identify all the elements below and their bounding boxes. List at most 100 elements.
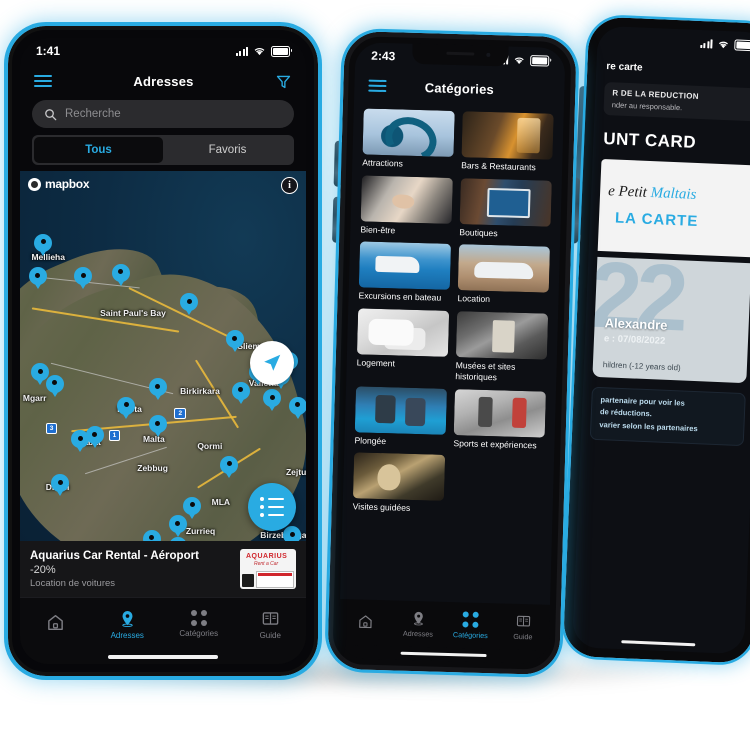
phone1-status-bar: 1:41 [20,38,306,64]
phone1-tab-bar: Adresses Catégories Guide [20,597,306,650]
battery-full-icon [271,45,292,57]
phone-mockup-discount-card: re carte R DE LA REDUCTION nder au respo… [562,16,750,664]
category-card-10[interactable]: Sports et expériences [453,388,546,455]
battery-full-icon [734,38,750,51]
category-label: Bien-être [360,224,396,236]
search-input[interactable] [65,108,282,120]
category-card-9[interactable]: Plongée [354,386,448,452]
map-place-label: Qormi [197,441,223,452]
map-place-label: Saint Paul's Bay [100,307,166,318]
app-showcase-scene: re carte R DE LA REDUCTION nder au respo… [0,0,750,750]
category-label: Plongée [354,434,387,446]
aquarius-card-thumbnail: AQUARIUS Rent a Car [240,549,296,589]
thumbnail-logo-text: AQUARIUS [246,553,288,560]
mapbox-logo-icon[interactable]: mapbox [28,177,90,191]
segment-tous[interactable]: Tous [34,137,163,163]
map-pin-marker[interactable] [288,396,306,421]
locate-me-button[interactable] [250,341,294,386]
map-pin-marker[interactable] [225,330,244,354]
map-pin-marker[interactable] [34,233,53,258]
tab-guide[interactable]: Guide [235,609,307,640]
category-image [354,386,448,435]
map-pin-marker[interactable] [45,374,64,399]
category-card-2[interactable]: Bars & Restaurants [461,111,554,177]
map-pin-marker[interactable] [148,378,167,402]
phone2-navbar: Catégories [354,68,565,108]
map-route-shield: 1 [108,430,121,441]
map-pin-marker[interactable] [220,455,239,480]
phone3-notice-subtitle: nder au responsable. [611,100,683,113]
tab-adresses[interactable]: Adresses [392,610,445,639]
map-pin-marker[interactable] [180,293,199,317]
tab-guide[interactable]: Guide [497,613,550,642]
discount-card-holder: 22 Alexandre e : 07/08/2022 hildren (-12… [592,256,750,384]
info-icon[interactable]: i [281,177,298,194]
category-label: Sports et expériences [453,437,537,451]
map-pin-marker[interactable] [142,529,161,541]
category-card-8[interactable]: Musées et sites historiques [455,311,549,388]
category-label: Visites guidées [352,501,411,514]
card-brand: e Petit Maltais [607,183,697,203]
mapbox-mark [28,177,41,191]
category-grid: Attractions Bars & Restaurants Bien-être Bo… [340,102,564,605]
home-icon [48,614,64,631]
hamburger-menu-icon[interactable] [368,79,387,93]
category-card-3[interactable]: Bien-être [360,175,453,241]
category-card-1[interactable]: Attractions [362,108,455,174]
map-pin-marker[interactable] [111,263,130,288]
list-view-button[interactable] [248,483,296,531]
phone2-screen: 2:43 Catégories Attractions Bars & Restau… [338,42,566,664]
map-pin-marker[interactable] [283,526,302,541]
phone2-status-time: 2:43 [371,48,396,64]
map-pin-marker[interactable] [168,537,187,541]
img-bienetre-photo [360,175,453,224]
category-card-7[interactable]: Logement [356,308,450,386]
map-view[interactable]: mapbox i MelliehaSaint Paul's BayMgarrMo… [20,171,306,541]
map-pin-marker[interactable] [51,474,70,498]
filter-funnel-icon[interactable] [275,73,292,90]
tab-home[interactable] [20,613,92,635]
phone1-home-indicator[interactable] [20,650,306,664]
tab-catgories[interactable]: Catégories [444,611,497,640]
list-view-icon [260,497,284,517]
category-image [455,311,549,360]
map-pin-marker[interactable] [168,515,187,539]
category-label: Excursions en bateau [358,290,442,304]
map-pin-marker[interactable] [74,267,93,291]
hamburger-menu-icon[interactable] [34,75,52,87]
map-pin-marker[interactable] [28,267,47,291]
phone3-navbar: re carte [596,52,750,87]
tab-adresses[interactable]: Adresses [92,609,164,640]
card-holder-name: Alexandre [604,315,668,333]
category-label: Boutiques [459,226,498,238]
category-card-11[interactable]: Visites guidées [352,452,446,519]
battery-full-icon [530,54,550,67]
place-category: Location de voitures [30,577,116,589]
category-label: Location [457,293,491,305]
phone3-home-indicator[interactable] [621,640,696,647]
tab-catgories[interactable]: Catégories [163,610,235,638]
map-pin-marker[interactable] [148,415,167,439]
img-logement-photo [356,308,450,358]
segment-favoris[interactable]: Favoris [163,137,292,163]
tab-home[interactable] [339,613,392,633]
category-card-6[interactable]: Location [457,244,550,311]
category-label: Logement [356,357,396,369]
segmented-control[interactable]: Tous Favoris [32,135,294,165]
img-attractions-photo [362,108,455,157]
map-pin-marker[interactable] [263,389,282,413]
selected-place-card[interactable]: Aquarius Car Rental - Aéroport -20% Loca… [20,541,306,597]
search-bar[interactable] [32,100,294,128]
wifi-icon [718,41,728,48]
map-pin-marker[interactable] [117,396,136,421]
category-image [453,388,546,438]
phone1-status-time: 1:41 [36,44,61,58]
map-place-label: Mgarr [22,393,47,403]
tab-label: Adresses [110,630,144,640]
map-pin-marker[interactable] [231,381,250,406]
category-image [358,241,452,291]
img-excursions-photo [358,241,452,291]
category-card-5[interactable]: Excursions en bateau [358,241,452,308]
map-pin-marker[interactable] [85,426,104,450]
category-card-4[interactable]: Boutiques [459,177,552,244]
